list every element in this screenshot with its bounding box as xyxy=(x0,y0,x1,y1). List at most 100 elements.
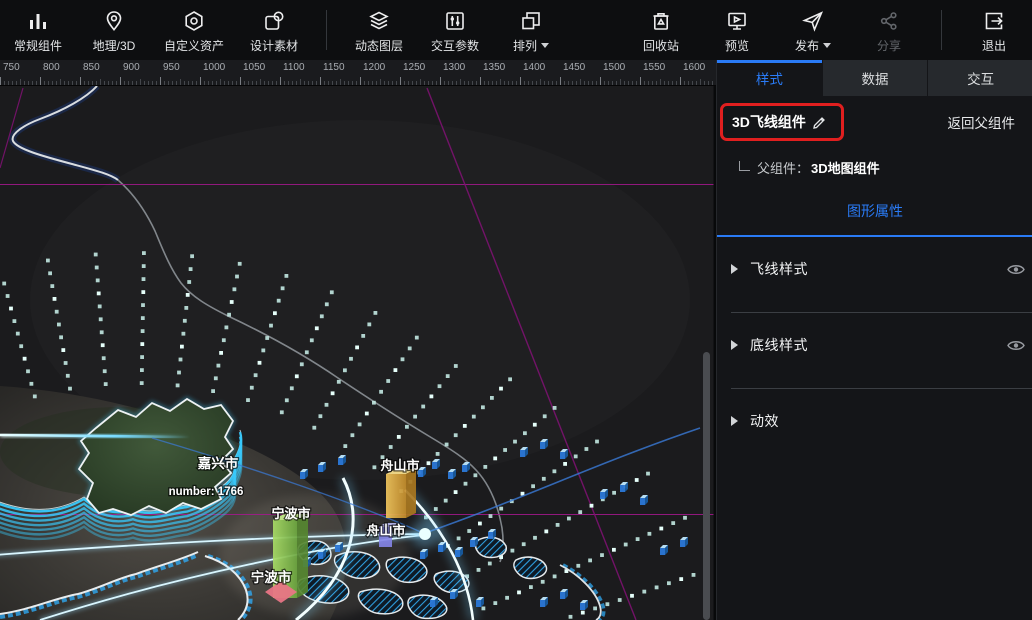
share-label: 分享 xyxy=(877,37,901,54)
property-sections: 飞线样式底线样式动效 xyxy=(717,237,1032,465)
ruler-tick xyxy=(320,77,321,85)
exit-button[interactable]: 退出 xyxy=(956,0,1032,54)
ruler-tick xyxy=(164,81,165,85)
ruler-tick xyxy=(632,81,633,85)
ruler-tick xyxy=(396,81,397,85)
tab-数据[interactable]: 数据 xyxy=(822,60,928,96)
ruler-tick xyxy=(144,81,145,85)
tab-交互[interactable]: 交互 xyxy=(927,60,1032,96)
section-header[interactable]: 动效 xyxy=(731,411,1025,431)
ruler-tick xyxy=(584,81,585,85)
ruler-tick xyxy=(184,81,185,85)
recycle-bin-button[interactable]: 回收站 xyxy=(623,0,699,54)
back-to-parent-button[interactable]: 返回父组件 xyxy=(948,112,1016,132)
sliders-button[interactable]: 交互参数 xyxy=(417,0,493,54)
ruler-tick xyxy=(520,77,521,85)
ruler-tick xyxy=(84,81,85,85)
ruler-tick xyxy=(224,81,225,85)
ruler-tick xyxy=(368,81,369,85)
ruler-tick xyxy=(560,77,561,85)
ruler-tick xyxy=(300,79,301,85)
ruler-tick xyxy=(536,81,537,85)
ruler-tick xyxy=(500,79,501,85)
ruler-tick xyxy=(140,79,141,85)
layers-button[interactable]: 动态图层 xyxy=(341,0,417,54)
ruler-tick xyxy=(312,81,313,85)
ruler-tick xyxy=(404,81,405,85)
ruler-tick xyxy=(116,81,117,85)
ruler-tick xyxy=(488,81,489,85)
recycle-bin-label: 回收站 xyxy=(643,37,679,54)
bar-zhoushan[interactable] xyxy=(386,469,416,518)
ruler-tick xyxy=(128,81,129,85)
ruler-tick xyxy=(132,81,133,85)
bar-chart-button[interactable]: 常规组件 xyxy=(0,0,76,54)
ruler-tick xyxy=(148,81,149,85)
ruler-tick xyxy=(444,81,445,85)
ruler-tick xyxy=(32,81,33,85)
preview-monitor-label: 预览 xyxy=(725,37,749,54)
chevron-right-icon xyxy=(731,340,738,350)
ruler-label: 1350 xyxy=(483,62,505,73)
ruler-tick xyxy=(120,77,121,85)
map-city-label: 舟山市 xyxy=(366,523,405,538)
map-pin-button[interactable]: 地理/3D xyxy=(76,0,152,54)
ruler-tick xyxy=(72,81,73,85)
design-material-label: 设计素材 xyxy=(250,37,298,54)
ruler-tick xyxy=(280,77,281,85)
ruler-tick xyxy=(156,81,157,85)
ruler-tick xyxy=(684,81,685,85)
top-toolbar: 常规组件地理/3D自定义资产设计素材 动态图层交互参数排列 回收站 预览 发布分享 退出 xyxy=(0,0,1032,60)
section-header[interactable]: 底线样式 xyxy=(731,335,1025,355)
caret-down-icon xyxy=(823,43,831,48)
edit-pencil-icon[interactable] xyxy=(812,115,827,130)
ruler-tick xyxy=(548,81,549,85)
map-city-label: 嘉兴市 xyxy=(197,455,239,471)
ruler-tick xyxy=(572,81,573,85)
ruler-tick xyxy=(364,81,365,85)
ruler-tick xyxy=(168,81,169,85)
ruler-tick xyxy=(232,81,233,85)
arrange-button[interactable]: 排列 xyxy=(493,0,569,54)
ruler-tick xyxy=(708,81,709,85)
ruler-tick xyxy=(44,81,45,85)
visibility-eye-icon[interactable] xyxy=(1007,263,1025,276)
ruler-tick xyxy=(88,81,89,85)
bar-chart-label: 常规组件 xyxy=(14,37,62,54)
ruler-tick xyxy=(620,79,621,85)
horizontal-ruler: 7508008509009501000105011001150120012501… xyxy=(0,60,716,86)
ruler-tick xyxy=(48,81,49,85)
bar-chart-icon xyxy=(26,8,50,34)
ruler-label: 750 xyxy=(3,62,20,73)
ruler-label: 1050 xyxy=(243,62,265,73)
map-city-label: number: 1766 xyxy=(169,486,244,498)
preview-monitor-button[interactable]: 预览 xyxy=(699,0,775,54)
ruler-tick xyxy=(352,81,353,85)
design-canvas[interactable]: 嘉兴市number: 1766舟山市宁波市舟山市宁波市 xyxy=(0,85,716,620)
hexagon-asset-button[interactable]: 自定义资产 xyxy=(152,0,236,54)
ruler-tick xyxy=(652,81,653,85)
ruler-tick xyxy=(432,81,433,85)
publish-plane-button[interactable]: 发布 xyxy=(775,0,851,54)
ruler-tick xyxy=(592,81,593,85)
map-city-label: 宁波市 xyxy=(271,506,310,521)
ruler-label: 950 xyxy=(163,62,180,73)
section-label: 飞线样式 xyxy=(750,259,808,279)
design-material-button[interactable]: 设计素材 xyxy=(236,0,312,54)
ruler-tick xyxy=(204,81,205,85)
section-底线样式: 底线样式 xyxy=(717,313,1032,389)
visibility-eye-icon[interactable] xyxy=(1007,339,1025,352)
tab-样式[interactable]: 样式 xyxy=(717,60,822,96)
ruler-tick xyxy=(96,81,97,85)
ruler-tick xyxy=(276,81,277,85)
section-header[interactable]: 飞线样式 xyxy=(731,259,1025,279)
toolbar-left-group: 常规组件地理/3D自定义资产设计素材 动态图层交互参数排列 xyxy=(0,0,569,60)
ruler-tick xyxy=(296,81,297,85)
ruler-tick xyxy=(448,81,449,85)
ruler-tick xyxy=(388,81,389,85)
ruler-tick xyxy=(240,77,241,85)
ruler-tick xyxy=(360,77,361,85)
canvas-vertical-scrollbar[interactable] xyxy=(703,352,710,620)
component-title-highlight-box[interactable]: 3D飞线组件 xyxy=(720,103,844,141)
ruler-tick xyxy=(172,81,173,85)
